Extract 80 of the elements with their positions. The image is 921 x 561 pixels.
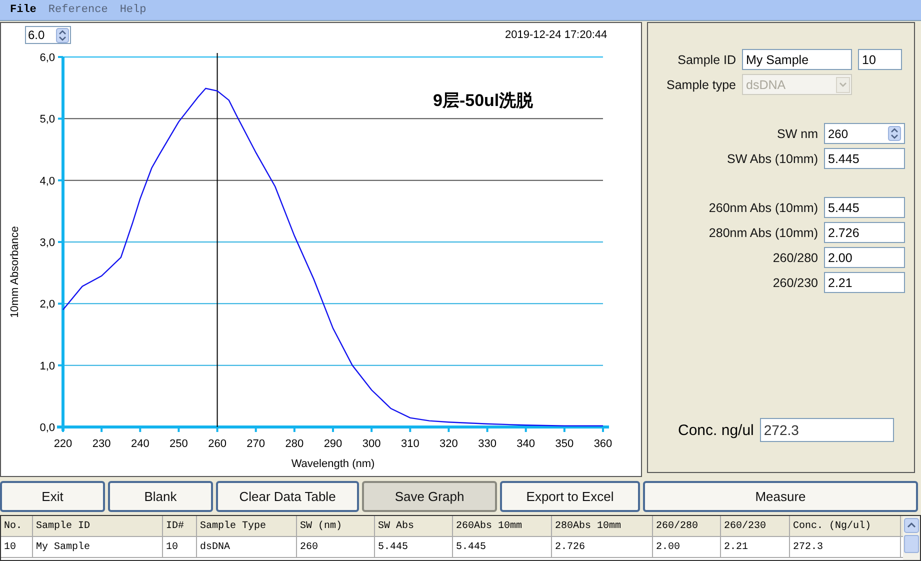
table-cell: 10 xyxy=(1,537,33,557)
axis-tick-label: 3,0 xyxy=(40,237,55,249)
menu-item[interactable]: File xyxy=(6,4,44,16)
value-field[interactable]: 2.726 xyxy=(824,222,905,243)
table-cell: 5.445 xyxy=(375,537,453,557)
table-cell: 2.00 xyxy=(653,537,721,557)
axis-tick-label: 250 xyxy=(170,438,188,450)
field-label: 260nm Abs (10mm) xyxy=(708,200,819,214)
spin-arrows-icon[interactable] xyxy=(888,126,901,141)
value-field[interactable]: 2.00 xyxy=(824,247,905,268)
axis-tick-label: 260 xyxy=(208,438,226,450)
field-label: 280nm Abs (10mm) xyxy=(708,226,819,240)
wavelength-spinner[interactable]: 260 xyxy=(824,123,905,144)
column-header[interactable]: ID# xyxy=(163,516,197,536)
axis-tick-label: 300 xyxy=(362,438,381,450)
timestamp: 2019-12-24 17:20:44 xyxy=(505,29,608,41)
column-header[interactable]: 260/280 xyxy=(653,516,721,536)
axis-tick-label: 2,0 xyxy=(40,298,55,311)
sample-id-field[interactable]: My Sample xyxy=(742,49,852,70)
id-number-field[interactable]: 10 xyxy=(858,49,902,70)
y-axis-label: 10mm Absorbance xyxy=(9,226,21,318)
axis-tick-label: 360 xyxy=(594,438,612,450)
axis-tick-label: 340 xyxy=(516,438,536,450)
y-max-spinner[interactable]: 6.0 xyxy=(25,26,71,44)
action-button[interactable]: Measure xyxy=(643,481,918,512)
column-header[interactable]: SW (nm) xyxy=(297,516,375,536)
axis-tick-label: 310 xyxy=(400,438,420,450)
field-label: 260/230 xyxy=(772,276,819,290)
axis-tick-label: 230 xyxy=(92,438,111,450)
column-header[interactable]: No. xyxy=(1,516,33,536)
axis-tick-label: 280 xyxy=(285,438,304,450)
axis-tick-label: 4,0 xyxy=(40,175,55,188)
action-button[interactable]: Save Graph xyxy=(362,481,497,512)
value-field[interactable]: 5.445 xyxy=(824,197,905,218)
action-button[interactable]: Blank xyxy=(108,481,213,512)
x-axis-label: Wavelength (nm) xyxy=(291,458,375,470)
axis-tick-label: 320 xyxy=(440,438,458,450)
axis-tick-label: 1,0 xyxy=(40,360,55,372)
axis-tick-label: 0,0 xyxy=(40,422,55,434)
chevron-down-icon xyxy=(836,76,850,92)
axis-tick-label: 240 xyxy=(130,438,150,450)
table-cell: dsDNA xyxy=(197,537,297,557)
column-header[interactable]: 280Abs 10mm xyxy=(552,516,653,536)
spin-arrows-icon[interactable] xyxy=(56,28,69,42)
table-cell: 10 xyxy=(163,537,197,557)
column-header[interactable]: Sample Type xyxy=(197,516,297,536)
table-cell: 5.445 xyxy=(453,537,552,557)
concentration-field[interactable]: 272.3 xyxy=(760,418,894,442)
table-cell: My Sample xyxy=(33,537,163,557)
action-button[interactable]: Export to Excel xyxy=(500,481,640,512)
chart-title: 9层-50ul洗脱 xyxy=(433,91,534,110)
axis-tick-label: 6,0 xyxy=(40,52,55,64)
axis-tick-label: 330 xyxy=(478,438,496,450)
value-field[interactable]: 5.445 xyxy=(824,148,905,169)
axis-tick-label: 5,0 xyxy=(40,114,55,126)
column-header[interactable]: Sample ID xyxy=(33,516,163,536)
column-header[interactable]: SW Abs xyxy=(375,516,453,536)
table-cell: 272.3 xyxy=(790,537,901,557)
scroll-up-icon[interactable] xyxy=(904,518,919,533)
field-label: Sample type xyxy=(666,78,737,92)
field-label: 260/280 xyxy=(772,250,819,264)
action-button[interactable]: Exit xyxy=(0,481,105,512)
axis-tick-label: 350 xyxy=(555,438,574,450)
column-header[interactable]: 260/230 xyxy=(721,516,790,536)
axis-tick-label: 270 xyxy=(246,438,266,450)
scrollbar[interactable] xyxy=(903,516,920,560)
field-label: SW nm xyxy=(776,126,819,140)
value-field[interactable]: 2.21 xyxy=(824,272,905,293)
field-label: SW Abs (10mm) xyxy=(726,152,819,166)
column-header[interactable]: 260Abs 10mm xyxy=(453,516,552,536)
column-header[interactable]: Conc. (Ng/ul) xyxy=(790,516,901,536)
field-label: Sample ID xyxy=(676,52,737,66)
action-button[interactable]: Clear Data Table xyxy=(216,481,359,512)
table-cell: 260 xyxy=(297,537,375,557)
concentration-label: Conc. ng/ul xyxy=(678,422,754,438)
table-cell: 2.726 xyxy=(552,537,653,557)
table-cell: 2.21 xyxy=(721,537,790,557)
scroll-thumb[interactable] xyxy=(904,535,919,553)
axis-tick-label: 220 xyxy=(54,438,72,450)
axis-tick-label: 290 xyxy=(324,438,342,450)
